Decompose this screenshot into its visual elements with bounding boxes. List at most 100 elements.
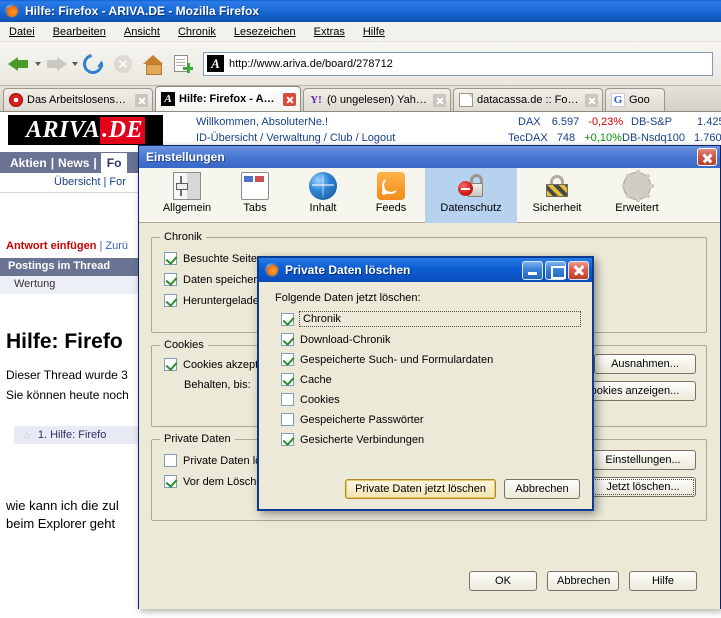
checkbox-label: Heruntergelade <box>183 294 259 307</box>
account-links[interactable]: ID-Übersicht / Verwaltung / Club / Logou… <box>196 132 395 144</box>
menu-bearbeiten[interactable]: Bearbeiten <box>44 24 115 40</box>
nav-item-aktien[interactable]: Aktien <box>10 156 47 170</box>
checkbox-label: Besuchte Seiten <box>183 252 264 265</box>
cancel-button[interactable]: Abbrechen <box>504 479 580 499</box>
menu-chronik[interactable]: Chronik <box>169 24 225 40</box>
ariva-logo[interactable]: ARIVA .DE <box>8 115 163 145</box>
close-icon[interactable] <box>568 260 589 280</box>
menu-ansicht[interactable]: Ansicht <box>115 24 169 40</box>
forward-button[interactable] <box>41 49 71 79</box>
tab-label: Das Arbeitslosenspiel <box>27 94 130 106</box>
checkbox[interactable] <box>281 373 294 386</box>
reply-link[interactable]: Antwort einfügen <box>6 240 96 252</box>
star-icon[interactable]: ☆ <box>22 429 32 442</box>
checkbox-label: Gespeicherte Passwörter <box>300 413 424 426</box>
ticker-name: DAX <box>518 116 541 128</box>
menu-datei[interactable]: Datei <box>0 24 44 40</box>
firefox-icon <box>264 262 280 278</box>
checkbox[interactable] <box>281 413 294 426</box>
checkbox[interactable] <box>164 273 177 286</box>
clear-private-data-now-button[interactable]: Private Daten jetzt löschen <box>345 479 496 499</box>
tab-close-icon[interactable] <box>433 93 446 107</box>
checkbox[interactable] <box>281 433 294 446</box>
prefs-tab-tabs[interactable]: Tabs <box>221 168 289 223</box>
ok-button[interactable]: OK <box>469 571 537 591</box>
ticker-value: 1.760 <box>694 132 721 144</box>
tab-close-icon[interactable] <box>585 93 598 107</box>
tab-close-icon[interactable] <box>283 92 296 106</box>
back-link[interactable]: | Zurü <box>96 240 128 252</box>
nav-item-news[interactable]: News <box>58 156 89 170</box>
clear-row-gespeicherte-passwoerter[interactable]: Gespeicherte Passwörter <box>281 413 592 426</box>
cancel-button[interactable]: Abbrechen <box>547 571 619 591</box>
reload-button[interactable] <box>78 49 108 79</box>
globe-icon <box>309 172 337 200</box>
prefs-tab-feeds[interactable]: Feeds <box>357 168 425 223</box>
checkbox[interactable] <box>281 312 294 326</box>
help-button[interactable]: Hilfe <box>629 571 697 591</box>
prefs-tab-sicherheit[interactable]: Sicherheit <box>517 168 597 223</box>
clear-row-chronik[interactable]: Chronik <box>281 311 592 327</box>
group-caption: Private Daten <box>160 433 235 445</box>
window-title: Hilfe: Firefox - ARIVA.DE - Mozilla Fire… <box>25 4 260 18</box>
yahoo-icon: Y! <box>310 94 322 106</box>
firefox-icon <box>4 3 20 19</box>
tab-yahoo[interactable]: Y! (0 ungelesen) Yahoo... <box>303 88 451 111</box>
checkbox-label: Private Daten lö <box>183 454 262 467</box>
menu-extras[interactable]: Extras <box>305 24 354 40</box>
clear-row-such-und-formulardaten[interactable]: Gespeicherte Such- und Formulardaten <box>281 353 592 366</box>
checkbox[interactable] <box>164 252 177 265</box>
prefs-tab-datenschutz[interactable]: Datenschutz <box>425 168 517 223</box>
checkbox[interactable] <box>164 454 177 467</box>
menu-bar: Datei Bearbeiten Ansicht Chronik Lesezei… <box>0 22 721 42</box>
checkbox[interactable] <box>164 358 177 371</box>
nav-item-forum[interactable]: Fo <box>100 152 128 173</box>
prefs-tab-inhalt[interactable]: Inhalt <box>289 168 357 223</box>
ariva-icon: A <box>161 92 175 106</box>
exceptions-button[interactable]: Ausnahmen... <box>594 354 696 374</box>
preferences-tab-bar: Allgemein Tabs Inhalt Feeds Datenschutz … <box>139 168 720 223</box>
tab-strip: Das Arbeitslosenspiel A Hilfe: Firefox -… <box>0 86 721 112</box>
checkbox-label: Chronik <box>303 313 341 325</box>
menu-lesezeichen[interactable]: Lesezeichen <box>225 24 305 40</box>
clear-now-button[interactable]: Jetzt löschen... <box>590 477 696 497</box>
home-icon <box>143 54 163 75</box>
logo-text-white: ARIVA <box>26 116 101 143</box>
clear-row-cache[interactable]: Cache <box>281 373 592 386</box>
tab-arbeitslosenspiel[interactable]: Das Arbeitslosenspiel <box>3 88 153 111</box>
tab-hilfe-firefox-ariva[interactable]: A Hilfe: Firefox - ARI... <box>155 86 301 111</box>
google-icon: G <box>611 93 625 107</box>
ticker-value: 1.425 <box>697 116 721 128</box>
open-padlock-icon <box>457 172 485 200</box>
clear-dialog-body: Folgende Daten jetzt löschen: Chronik Do… <box>259 282 592 509</box>
tab-datacassa[interactable]: datacassa.de :: Foru... <box>453 88 603 111</box>
minimize-icon[interactable] <box>522 260 543 280</box>
tab-google[interactable]: G Goo <box>605 88 665 111</box>
gear-icon <box>621 170 654 202</box>
clear-row-download-chronik[interactable]: Download-Chronik <box>281 333 592 346</box>
page-title: Hilfe: Firefo <box>6 330 123 353</box>
checkbox-label: Daten speichern <box>183 273 264 286</box>
maximize-icon[interactable] <box>545 260 566 280</box>
post-body-line-1: wie kann ich die zul <box>6 498 119 513</box>
checkbox[interactable] <box>281 353 294 366</box>
home-button[interactable] <box>138 49 168 79</box>
checkbox[interactable] <box>281 393 294 406</box>
prefs-tab-allgemein[interactable]: Allgemein <box>153 168 221 223</box>
checkbox[interactable] <box>281 333 294 346</box>
tab-label: Goo <box>629 94 650 106</box>
clear-row-cookies[interactable]: Cookies <box>281 393 592 406</box>
checkbox[interactable] <box>164 475 177 488</box>
checkbox[interactable] <box>164 294 177 307</box>
close-icon[interactable] <box>697 148 717 166</box>
new-tab-button[interactable] <box>168 49 198 79</box>
back-button[interactable] <box>4 49 34 79</box>
menu-hilfe[interactable]: Hilfe <box>354 24 394 40</box>
stop-button[interactable] <box>108 49 138 79</box>
address-bar[interactable]: A http://www.ariva.de/board/278712 <box>203 51 713 76</box>
tab-close-icon[interactable] <box>135 93 148 107</box>
window-title-bar: Hilfe: Firefox - ARIVA.DE - Mozilla Fire… <box>0 0 721 22</box>
prefs-tab-erweitert[interactable]: Erweitert <box>597 168 677 223</box>
clear-row-gesicherte-verbindungen[interactable]: Gesicherte Verbindungen <box>281 433 592 446</box>
settings-button[interactable]: Einstellungen... <box>590 450 696 470</box>
